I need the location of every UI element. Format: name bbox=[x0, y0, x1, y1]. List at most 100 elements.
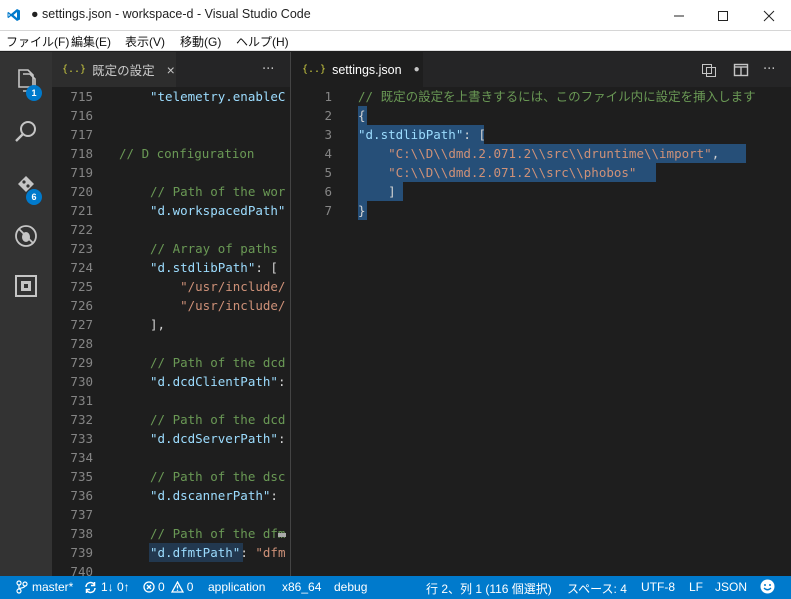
split-editor-button[interactable] bbox=[733, 62, 749, 82]
line-content: ], bbox=[150, 315, 165, 334]
line-content: // Path of the dcd bbox=[150, 410, 285, 429]
code-line: 736 "d.dscannerPath": bbox=[52, 486, 290, 505]
code-line: 718 // D configuration bbox=[52, 144, 290, 163]
code-editor-right[interactable]: 1// 既定の設定を上書きするには、このファイル内に設定を挿入します 2{3 "d.… bbox=[291, 87, 791, 576]
code-token: // Path of the dcd bbox=[150, 355, 286, 370]
line-content: } bbox=[358, 201, 366, 220]
line-content: "d.stdlibPath": [ bbox=[150, 258, 278, 277]
json-file-icon: {..} bbox=[302, 64, 327, 75]
editor-group-settings-json: {..} settings.json ● ··· 1 // 既定の設定を上書きする… bbox=[291, 52, 791, 576]
code-line: 3 "d.stdlibPath": [ bbox=[291, 125, 791, 144]
line-number: 2 bbox=[324, 108, 332, 123]
code-token: , bbox=[711, 146, 720, 161]
code-token: // 既定の設定を上書きするには、このファイル内に設定を挿入します bbox=[358, 89, 756, 104]
code-line: 719 bbox=[52, 163, 290, 182]
editor-group-default-settings: {..} 既定の設定 × ··· 715 "telemetry.enableC 71… bbox=[52, 52, 290, 576]
code-line: 735 // Path of the dsc bbox=[52, 467, 290, 486]
line-content: // Array of paths bbox=[150, 239, 285, 258]
code-line: 737 bbox=[52, 505, 290, 524]
more-actions-icon[interactable]: ··· bbox=[763, 52, 775, 87]
line-content: // Path of the dcd bbox=[150, 353, 285, 372]
minimize-button[interactable] bbox=[656, 0, 701, 31]
code-line: 730 "d.dcdClientPath": bbox=[52, 372, 290, 391]
line-content: "d.dcdClientPath": bbox=[150, 372, 285, 391]
more-actions-icon[interactable]: ··· bbox=[262, 52, 274, 87]
line-number: 735 bbox=[70, 469, 93, 484]
menu-edit[interactable]: 編集(E) bbox=[71, 33, 111, 50]
code-line: 6 ] bbox=[291, 182, 791, 201]
line-number: 717 bbox=[70, 127, 93, 142]
line-number: 734 bbox=[70, 450, 93, 465]
tab-settings-json[interactable]: {..} settings.json ● bbox=[291, 52, 423, 87]
line-content: // Path of the dsc bbox=[150, 467, 285, 486]
activity-extensions[interactable] bbox=[0, 262, 52, 310]
problems-status[interactable]: 0 0 bbox=[143, 580, 193, 594]
menu-file[interactable]: ファイル(F) bbox=[6, 33, 69, 50]
branch-status[interactable]: master* bbox=[16, 580, 73, 594]
activity-explorer[interactable]: 1 bbox=[0, 56, 52, 104]
code-line: 734 bbox=[52, 448, 290, 467]
line-number: 725 bbox=[70, 279, 93, 294]
line-number: 731 bbox=[70, 393, 93, 408]
line-number: 729 bbox=[70, 355, 93, 370]
activity-source-control[interactable]: 6 bbox=[0, 160, 52, 208]
vscode-logo-icon bbox=[7, 9, 20, 21]
menu-go[interactable]: 移動(G) bbox=[180, 33, 221, 50]
code-editor-left[interactable]: 715 "telemetry.enableC 716 717 718 // D confi… bbox=[52, 87, 290, 576]
warning-icon bbox=[170, 581, 184, 593]
activity-search[interactable] bbox=[0, 108, 52, 156]
code-token: "/usr/include/ bbox=[150, 279, 286, 294]
feedback-button[interactable] bbox=[760, 579, 775, 594]
minimize-icon bbox=[673, 15, 684, 16]
arch-status[interactable]: x86_64 bbox=[282, 580, 321, 594]
tab-label: 既定の設定 bbox=[92, 64, 155, 78]
code-line: 724 "d.stdlibPath": [ bbox=[52, 258, 290, 277]
line-content: "d.dcdServerPath": bbox=[150, 429, 285, 448]
close-button[interactable] bbox=[746, 0, 791, 31]
close-icon bbox=[763, 10, 774, 21]
sync-status[interactable]: 1↓ 0↑ bbox=[84, 580, 130, 594]
code-line: 721 "d.workspacedPath" bbox=[52, 201, 290, 220]
menu-view[interactable]: 表示(V) bbox=[125, 33, 165, 50]
line-number: 736 bbox=[70, 488, 93, 503]
code-token: : [ bbox=[463, 127, 486, 142]
menu-help[interactable]: ヘルプ(H) bbox=[236, 33, 289, 50]
code-token: // Path of the dsc bbox=[150, 469, 286, 484]
line-number: 733 bbox=[70, 431, 93, 446]
line-number: 740 bbox=[70, 564, 93, 576]
code-token: : bbox=[240, 545, 256, 560]
close-icon[interactable]: × bbox=[167, 62, 175, 78]
indentation-status[interactable]: スペース: 4 bbox=[567, 580, 627, 597]
code-line: 728 bbox=[52, 334, 290, 353]
build-status[interactable]: debug bbox=[334, 580, 367, 594]
code-token: "C:\\D\\dmd.2.071.2\\src\\druntime\\impo… bbox=[388, 146, 712, 161]
git-branch-icon bbox=[16, 580, 28, 594]
config-status[interactable]: application bbox=[208, 580, 265, 594]
tab-bar-left: {..} 既定の設定 × ··· bbox=[52, 52, 290, 87]
line-number: 1 bbox=[324, 89, 332, 104]
open-changes-button[interactable] bbox=[701, 62, 717, 82]
dirty-indicator-icon[interactable]: ● bbox=[414, 64, 420, 75]
code-token: "d.dfmtPath" bbox=[150, 545, 241, 560]
code-line: 738 // Path of the dfm bbox=[52, 524, 290, 543]
sync-icon bbox=[85, 581, 96, 593]
eol-status[interactable]: LF bbox=[689, 580, 703, 594]
activity-debug[interactable] bbox=[0, 212, 52, 260]
maximize-button[interactable] bbox=[700, 0, 745, 31]
language-status[interactable]: JSON bbox=[715, 580, 747, 594]
sync-label: 1↓ 0↑ bbox=[101, 580, 130, 594]
line-number: 5 bbox=[324, 165, 332, 180]
menu-bar: ファイル(F) 編集(E) 表示(V) 移動(G) ヘルプ(H) bbox=[0, 31, 791, 51]
search-icon bbox=[15, 121, 36, 142]
tab-default-settings[interactable]: {..} 既定の設定 × bbox=[52, 52, 176, 87]
code-token: : [ bbox=[255, 260, 278, 275]
line-content: "/usr/include/ bbox=[150, 296, 285, 315]
encoding-status[interactable]: UTF-8 bbox=[641, 580, 675, 594]
line-content: "C:\\D\\dmd.2.071.2\\src\\druntime\\impo… bbox=[358, 144, 719, 163]
cursor-position-status[interactable]: 行 2、列 1 (116 個選択) bbox=[426, 580, 552, 597]
code-line: 4 "C:\\D\\dmd.2.071.2\\src\\druntime\\im… bbox=[291, 144, 791, 163]
line-number: 4 bbox=[324, 146, 332, 161]
code-line: 716 bbox=[52, 106, 290, 125]
code-line: 740 bbox=[52, 562, 290, 576]
tab-label: settings.json bbox=[332, 62, 402, 77]
